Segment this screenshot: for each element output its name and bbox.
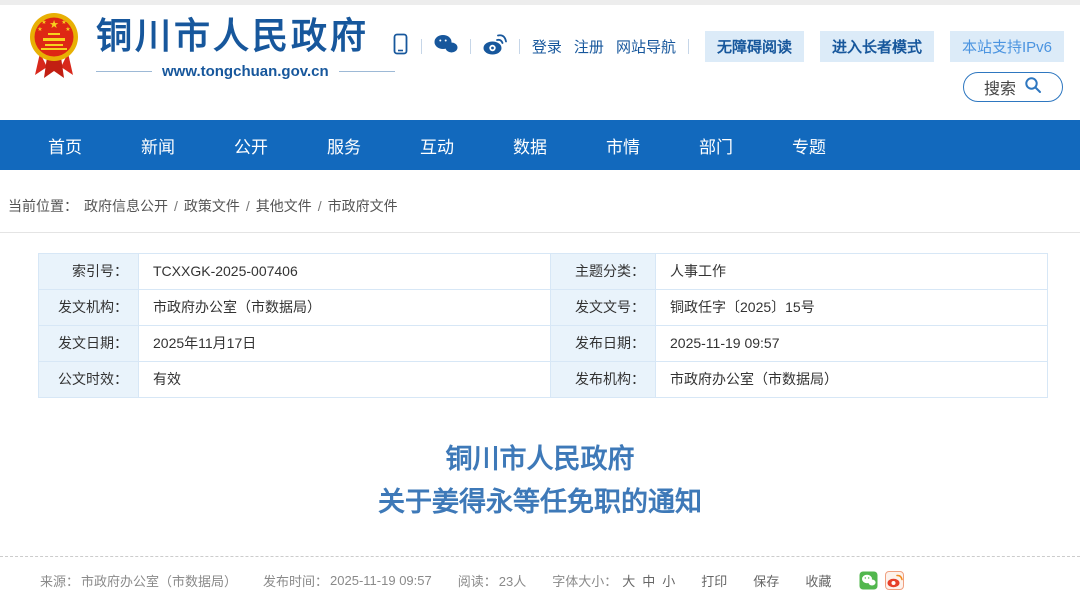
read-count-value: 23人 bbox=[499, 571, 526, 590]
mobile-icon[interactable] bbox=[392, 33, 409, 60]
separator bbox=[519, 39, 520, 54]
nav-item-news[interactable]: 新闻 bbox=[141, 133, 175, 158]
font-size-control: 字体大小： 大 中 小 bbox=[552, 571, 675, 590]
publish-time-info: 发布时间： 2025-11-19 09:57 bbox=[263, 571, 432, 590]
site-logo-area[interactable]: ★ ★ ★ ★ ★ 铜川市人民政府 www.tongchuan.gov.cn bbox=[28, 11, 395, 86]
site-nav-link[interactable]: 网站导航 bbox=[616, 36, 676, 57]
doc-info-label: 索引号： bbox=[39, 254, 139, 290]
share-wechat-icon[interactable] bbox=[859, 571, 878, 590]
national-emblem-logo: ★ ★ ★ ★ ★ bbox=[28, 11, 80, 86]
svg-text:★: ★ bbox=[65, 26, 70, 33]
ipv6-badge[interactable]: 本站支持IPv6 bbox=[950, 31, 1064, 62]
article-title: 铜川市人民政府 关于姜得永等任免职的通知 bbox=[0, 438, 1080, 524]
doc-info-label: 发文机构： bbox=[39, 290, 139, 326]
doc-info-label: 发布机构： bbox=[551, 362, 656, 398]
doc-info-label: 发文日期： bbox=[39, 326, 139, 362]
search-label: 搜索 bbox=[984, 75, 1016, 99]
doc-info-label: 发文文号： bbox=[551, 290, 656, 326]
wechat-icon[interactable] bbox=[434, 34, 458, 59]
url-decor-line bbox=[339, 71, 395, 72]
favorite-button[interactable]: 收藏 bbox=[805, 571, 831, 590]
search-icon bbox=[1024, 76, 1042, 99]
site-url: www.tongchuan.gov.cn bbox=[96, 63, 395, 80]
doc-info-value-publish-date: 2025-11-19 09:57 bbox=[656, 326, 1048, 362]
doc-info-value-doc-number: 铜政任字〔2025〕15号 bbox=[656, 290, 1048, 326]
breadcrumb-item-gov-info[interactable]: 政府信息公开 bbox=[84, 196, 168, 216]
accessibility-button[interactable]: 无障碍阅读 bbox=[705, 31, 804, 62]
login-link[interactable]: 登录 bbox=[532, 36, 562, 57]
breadcrumb-item-city-gov-docs[interactable]: 市政府文件 bbox=[328, 196, 398, 216]
doc-info-value-publish-agency: 市政府办公室（市数据局） bbox=[656, 362, 1048, 398]
doc-info-label: 发布日期： bbox=[551, 326, 656, 362]
doc-info-value-issuing-agency: 市政府办公室（市数据局） bbox=[139, 290, 551, 326]
header-utility-bar: 登录 注册 网站导航 无障碍阅读 进入长者模式 本站支持IPv6 bbox=[392, 31, 1064, 62]
nav-item-data[interactable]: 数据 bbox=[513, 133, 547, 158]
share-weibo-icon[interactable] bbox=[885, 571, 904, 590]
font-size-small-button[interactable]: 小 bbox=[662, 571, 675, 590]
svg-text:★: ★ bbox=[61, 19, 66, 26]
separator bbox=[470, 39, 471, 54]
doc-info-value-topic-category: 人事工作 bbox=[656, 254, 1048, 290]
separator bbox=[688, 39, 689, 54]
svg-text:★: ★ bbox=[49, 19, 59, 31]
doc-info-label: 公文时效： bbox=[39, 362, 139, 398]
doc-info-value-validity-status: 有效 bbox=[139, 362, 551, 398]
nav-item-city-info[interactable]: 市情 bbox=[606, 133, 640, 158]
separator bbox=[421, 39, 422, 54]
nav-item-public[interactable]: 公开 bbox=[234, 133, 268, 158]
elder-mode-button[interactable]: 进入长者模式 bbox=[820, 31, 934, 62]
save-button[interactable]: 保存 bbox=[753, 571, 779, 590]
svg-text:★: ★ bbox=[41, 19, 46, 26]
source-value: 市政府办公室（市数据局） bbox=[81, 571, 237, 590]
url-decor-line bbox=[96, 71, 152, 72]
breadcrumb: 当前位置： 政府信息公开 / 政策文件 / 其他文件 / 市政府文件 bbox=[0, 170, 1080, 233]
breadcrumb-item-other-docs[interactable]: 其他文件 bbox=[256, 196, 312, 216]
breadcrumb-item-policy-docs[interactable]: 政策文件 bbox=[184, 196, 240, 216]
site-header: ★ ★ ★ ★ ★ 铜川市人民政府 www.tongchuan.gov.cn bbox=[0, 5, 1080, 120]
register-link[interactable]: 注册 bbox=[574, 36, 604, 57]
doc-info-value-issue-date: 2025年11月17日 bbox=[139, 326, 551, 362]
print-button[interactable]: 打印 bbox=[701, 571, 727, 590]
weibo-icon[interactable] bbox=[483, 34, 507, 60]
article-title-line1: 铜川市人民政府 bbox=[0, 438, 1080, 481]
nav-item-services[interactable]: 服务 bbox=[327, 133, 361, 158]
svg-text:★: ★ bbox=[37, 26, 42, 33]
nav-item-departments[interactable]: 部门 bbox=[699, 133, 733, 158]
publish-time-value: 2025-11-19 09:57 bbox=[330, 573, 432, 588]
site-title: 铜川市人民政府 bbox=[96, 17, 395, 57]
article-title-line2: 关于姜得永等任免职的通知 bbox=[0, 481, 1080, 524]
font-size-medium-button[interactable]: 中 bbox=[642, 571, 655, 590]
doc-info-value-index-number: TCXXGK-2025-007406 bbox=[139, 254, 551, 290]
nav-item-interaction[interactable]: 互动 bbox=[420, 133, 454, 158]
doc-info-table: 索引号： TCXXGK-2025-007406 主题分类： 人事工作 发文机构：… bbox=[38, 253, 1048, 398]
main-nav: 首页 新闻 公开 服务 互动 数据 市情 部门 专题 bbox=[0, 120, 1080, 170]
font-size-large-button[interactable]: 大 bbox=[622, 571, 635, 590]
read-count-info: 阅读： 23人 bbox=[458, 571, 526, 590]
nav-item-home[interactable]: 首页 bbox=[48, 133, 82, 158]
source-info: 来源： 市政府办公室（市数据局） bbox=[40, 571, 237, 590]
doc-info-label: 主题分类： bbox=[551, 254, 656, 290]
article-meta-bar: 来源： 市政府办公室（市数据局） 发布时间： 2025-11-19 09:57 … bbox=[0, 557, 1080, 590]
nav-item-topics[interactable]: 专题 bbox=[792, 133, 826, 158]
breadcrumb-prefix: 当前位置： bbox=[8, 196, 78, 216]
search-button[interactable]: 搜索 bbox=[963, 72, 1063, 102]
